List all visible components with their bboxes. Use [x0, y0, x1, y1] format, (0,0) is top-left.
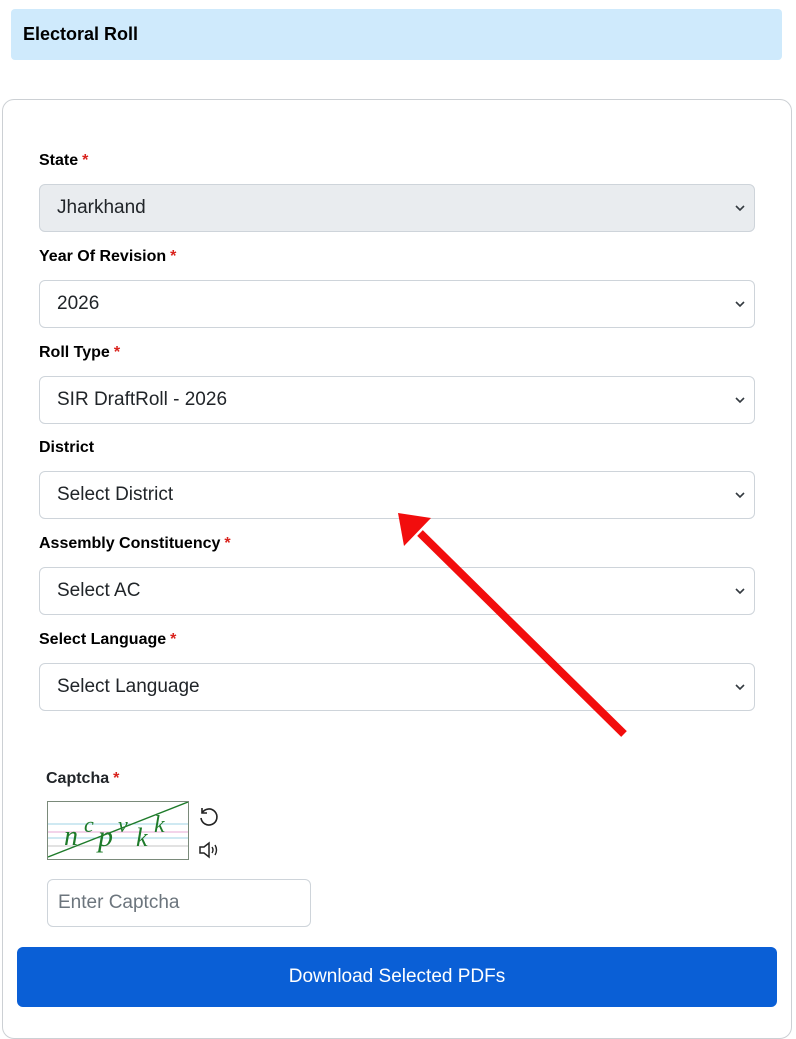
year-label-text: Year Of Revision	[39, 248, 167, 265]
roll-type-label-text: Roll Type	[39, 344, 110, 361]
captcha-image: n c p v k k	[47, 801, 189, 860]
roll-type-select-value: SIR DraftRoll - 2026	[57, 389, 228, 410]
required-mark: *	[170, 248, 177, 265]
state-label-text: State	[39, 152, 79, 169]
ac-label-text: Assembly Constituency	[39, 535, 221, 552]
language-select[interactable]: Select Language	[39, 663, 755, 711]
captcha-label-text: Captcha	[46, 770, 110, 787]
refresh-icon[interactable]	[197, 806, 221, 830]
required-mark: *	[224, 535, 231, 552]
chevron-down-icon	[735, 492, 745, 499]
district-select[interactable]: Select District	[39, 471, 755, 519]
page-header: Electoral Roll	[11, 9, 782, 60]
svg-text:p: p	[96, 820, 113, 853]
year-label: Year Of Revision *	[39, 248, 176, 266]
language-label: Select Language *	[39, 631, 176, 649]
district-select-value: Select District	[57, 484, 174, 505]
district-label-text: District	[39, 439, 95, 456]
captcha-label: Captcha *	[46, 770, 119, 788]
required-mark: *	[82, 152, 89, 169]
ac-select[interactable]: Select AC	[39, 567, 755, 615]
roll-type-label: Roll Type *	[39, 344, 120, 362]
svg-text:k: k	[136, 823, 148, 852]
language-label-text: Select Language	[39, 631, 167, 648]
captcha-input[interactable]	[47, 879, 311, 927]
chevron-down-icon	[735, 397, 745, 404]
chevron-down-icon	[735, 684, 745, 691]
svg-text:c: c	[84, 812, 94, 837]
district-label: District	[39, 439, 94, 457]
state-label: State *	[39, 152, 88, 170]
required-mark: *	[113, 344, 121, 361]
roll-type-select[interactable]: SIR DraftRoll - 2026	[39, 376, 755, 424]
year-select-value: 2026	[57, 293, 100, 314]
svg-text:n: n	[64, 821, 78, 852]
language-select-value: Select Language	[57, 676, 200, 697]
chevron-down-icon	[735, 588, 745, 595]
ac-label: Assembly Constituency *	[39, 535, 231, 553]
required-mark: *	[113, 770, 120, 787]
state-select[interactable]: Jharkhand	[39, 184, 755, 232]
chevron-down-icon	[735, 301, 745, 308]
captcha-tools	[197, 806, 223, 870]
chevron-down-icon	[735, 205, 745, 212]
svg-text:v: v	[118, 812, 128, 837]
required-mark: *	[170, 631, 177, 648]
captcha-image-graphic: n c p v k k	[47, 801, 189, 858]
speaker-icon[interactable]	[197, 838, 221, 862]
page-title: Electoral Roll	[23, 24, 139, 44]
download-pdfs-button-label: Download Selected PDFs	[288, 966, 506, 987]
ac-select-value: Select AC	[57, 580, 141, 601]
svg-text:k: k	[154, 812, 165, 838]
download-pdfs-button[interactable]: Download Selected PDFs	[17, 947, 777, 1007]
state-select-value: Jharkhand	[57, 197, 146, 218]
year-select[interactable]: 2026	[39, 280, 755, 328]
